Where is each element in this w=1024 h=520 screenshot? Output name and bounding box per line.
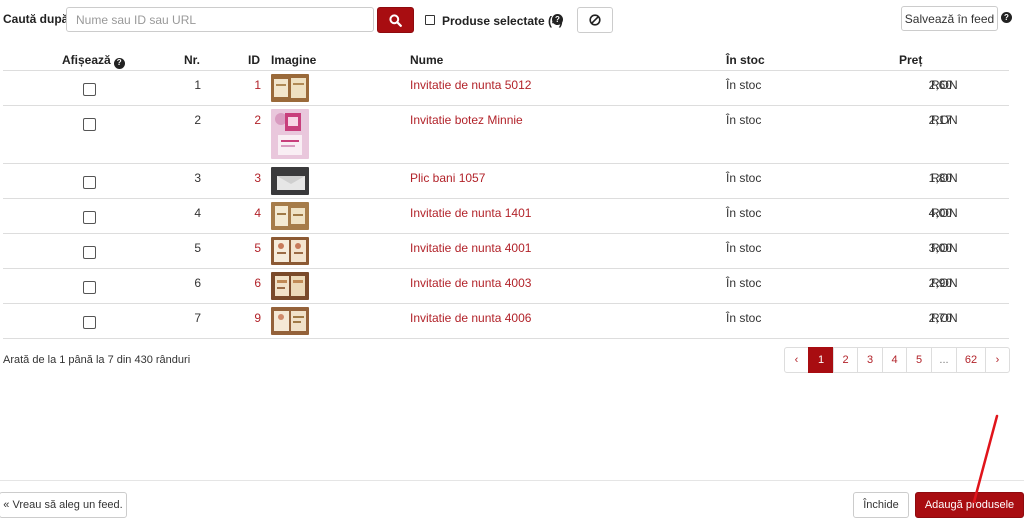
pagination: ‹ 1 2 3 4 5 ... 62 › — [784, 347, 1010, 373]
table-row: 2 2 Invitatie botez Minnie În stoc 2,17 … — [3, 106, 1009, 164]
page-button[interactable]: 5 — [906, 347, 932, 373]
row-currency: RON — [931, 78, 958, 92]
product-thumbnail — [271, 74, 309, 102]
product-thumbnail — [271, 109, 309, 159]
back-to-feed-button[interactable]: « Vreau să aleg un feed. — [0, 492, 127, 518]
show-checkbox[interactable] — [83, 118, 96, 131]
product-name-link[interactable]: Invitatie de nunta 5012 — [410, 78, 531, 92]
question-circle-icon[interactable]: ? — [552, 14, 563, 25]
header-id[interactable]: ID — [248, 53, 260, 67]
selected-products-label: Produse selectate (4) — [442, 14, 563, 28]
row-id: 6 — [254, 276, 261, 290]
page-button[interactable]: 4 — [882, 347, 907, 373]
selected-products-checkbox[interactable] — [425, 15, 435, 25]
row-nr: 3 — [194, 171, 201, 185]
table-row: 4 4 Invitatie de nunta 1401 În stoc 4,00… — [3, 199, 1009, 234]
table-row: 5 5 Invitatie de nunta 4001 În stoc 3,00… — [3, 234, 1009, 269]
product-name-link[interactable]: Plic bani 1057 — [410, 171, 485, 185]
show-checkbox[interactable] — [83, 246, 96, 259]
page-button[interactable]: 62 — [956, 347, 986, 373]
row-currency: RON — [931, 206, 958, 220]
product-thumbnail — [271, 167, 309, 195]
row-stock: În stoc — [726, 78, 762, 92]
page-ellipsis: ... — [931, 347, 957, 373]
table-header: Afișează? Nr. ID Imagine Nume În stoc Pr… — [3, 47, 1009, 71]
products-table: Afișează? Nr. ID Imagine Nume În stoc Pr… — [3, 47, 1009, 339]
close-button[interactable]: Închide — [853, 492, 909, 518]
pagination-summary: Arată de la 1 până la 7 din 430 rânduri — [3, 354, 191, 366]
header-show[interactable]: Afișează? — [62, 53, 125, 69]
question-circle-icon[interactable]: ? — [113, 57, 125, 69]
header-stock[interactable]: În stoc — [726, 53, 765, 67]
header-show-label: Afișează — [62, 53, 111, 67]
search-icon — [389, 13, 402, 27]
row-stock: În stoc — [726, 276, 762, 290]
row-currency: RON — [931, 241, 958, 255]
product-thumbnail — [271, 237, 309, 265]
product-name-link[interactable]: Invitatie de nunta 4003 — [410, 276, 531, 290]
prev-page-button[interactable]: ‹ — [784, 347, 809, 373]
row-stock: În stoc — [726, 241, 762, 255]
row-stock: În stoc — [726, 206, 762, 220]
show-checkbox[interactable] — [83, 176, 96, 189]
product-name-link[interactable]: Invitatie de nunta 4006 — [410, 311, 531, 325]
row-stock: În stoc — [726, 171, 762, 185]
show-checkbox[interactable] — [83, 316, 96, 329]
header-name[interactable]: Nume — [410, 53, 443, 67]
row-currency: RON — [931, 311, 958, 325]
row-nr: 1 — [194, 78, 201, 92]
toolbar: Caută după: Produse selectate (4) ? Salv… — [0, 0, 1024, 40]
add-products-button[interactable]: Adaugă produsele — [915, 492, 1024, 518]
table-row: 7 9 Invitatie de nunta 4006 În stoc 2,70… — [3, 304, 1009, 339]
ban-icon — [589, 14, 601, 26]
row-currency: RON — [931, 276, 958, 290]
row-nr: 5 — [194, 241, 201, 255]
table-row: 1 1 Invitatie de nunta 5012 În stoc 2,60… — [3, 71, 1009, 106]
table-row: 6 6 Invitatie de nunta 4003 În stoc 2,90… — [3, 269, 1009, 304]
header-price[interactable]: Preț — [899, 53, 922, 67]
footer-divider — [0, 480, 1024, 481]
page-button[interactable]: 3 — [857, 347, 883, 373]
search-button[interactable] — [377, 7, 414, 33]
save-to-feed-button[interactable]: Salvează în feed — [901, 6, 998, 31]
search-label: Caută după: — [3, 12, 73, 26]
product-thumbnail — [271, 202, 309, 230]
row-nr: 2 — [194, 113, 201, 127]
product-name-link[interactable]: Invitatie de nunta 1401 — [410, 206, 531, 220]
question-circle-icon[interactable]: ? — [1001, 12, 1012, 23]
row-currency: RON — [931, 113, 958, 127]
row-nr: 7 — [194, 311, 201, 325]
product-thumbnail — [271, 307, 309, 335]
product-name-link[interactable]: Invitatie botez Minnie — [410, 113, 523, 127]
table-row: 3 3 Plic bani 1057 În stoc 1,80 RON — [3, 164, 1009, 199]
row-stock: În stoc — [726, 113, 762, 127]
row-id: 1 — [254, 78, 261, 92]
row-stock: În stoc — [726, 311, 762, 325]
next-page-button[interactable]: › — [985, 347, 1010, 373]
row-id: 5 — [254, 241, 261, 255]
product-thumbnail — [271, 272, 309, 300]
header-nr[interactable]: Nr. — [184, 53, 200, 67]
product-name-link[interactable]: Invitatie de nunta 4001 — [410, 241, 531, 255]
row-id: 2 — [254, 113, 261, 127]
row-currency: RON — [931, 171, 958, 185]
row-nr: 6 — [194, 276, 201, 290]
page-button[interactable]: 1 — [808, 347, 834, 373]
row-id: 9 — [254, 311, 261, 325]
clear-filter-button[interactable] — [577, 7, 613, 33]
page-button[interactable]: 2 — [833, 347, 858, 373]
show-checkbox[interactable] — [83, 83, 96, 96]
show-checkbox[interactable] — [83, 281, 96, 294]
row-id: 4 — [254, 206, 261, 220]
row-nr: 4 — [194, 206, 201, 220]
search-input[interactable] — [66, 7, 374, 32]
show-checkbox[interactable] — [83, 211, 96, 224]
header-image: Imagine — [271, 53, 317, 67]
row-id: 3 — [254, 171, 261, 185]
